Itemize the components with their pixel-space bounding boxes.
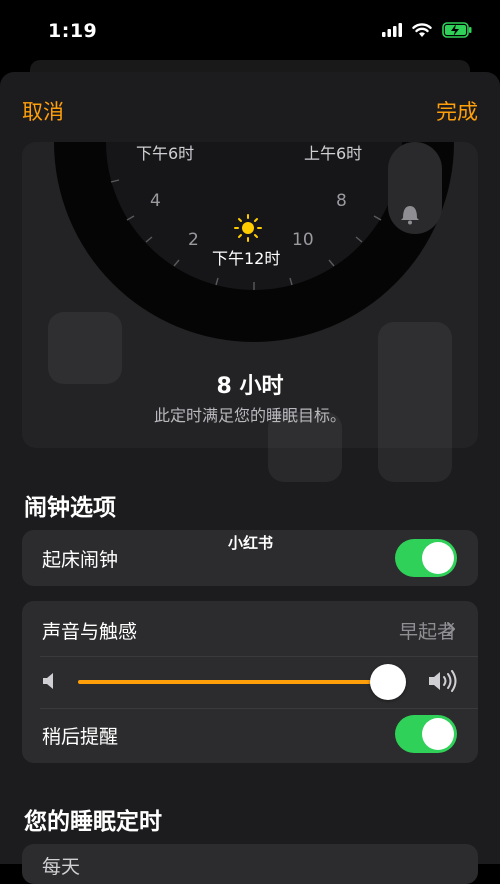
cellular-signal-icon: [382, 23, 402, 37]
toggle-knob: [422, 542, 454, 574]
battery-charging-icon: [442, 22, 472, 38]
cancel-button[interactable]: 取消: [22, 96, 64, 126]
wake-alarm-toggle[interactable]: [395, 539, 457, 577]
sleep-goal-message: 此定时满足您的睡眠目标。: [153, 406, 346, 425]
clock-tick-2: 2: [188, 230, 199, 250]
watermark-text: 小红书: [228, 534, 274, 552]
snooze-toggle[interactable]: [395, 715, 457, 753]
section-title-alarm-options: 闹钟选项: [24, 495, 116, 521]
clock-tick-10: 10: [292, 230, 314, 250]
schedule-group: [22, 844, 478, 884]
clock-label-6pm: 下午6时: [136, 144, 195, 163]
clock-tick-8: 8: [336, 191, 347, 211]
volume-high-icon: [429, 670, 457, 692]
clock-tick-4: 4: [150, 191, 161, 211]
divider: [40, 656, 478, 657]
clock-label-noon: 下午12时: [212, 249, 281, 268]
toggle-knob: [422, 718, 454, 750]
done-button[interactable]: 完成: [436, 96, 478, 126]
sun-icon: [234, 214, 262, 242]
status-time: 1:19: [48, 20, 98, 42]
clock-label-6am: 上午6时: [304, 144, 363, 163]
volume-slider-track[interactable]: [78, 680, 389, 684]
snooze-label: 稍后提醒: [42, 726, 119, 748]
section-title-sleep-schedule: 您的睡眠定时: [24, 809, 162, 835]
chevron-right-icon[interactable]: [446, 621, 456, 637]
sleep-duration: 8 小时: [216, 374, 284, 399]
sound-haptics-label[interactable]: 声音与触感: [42, 617, 137, 644]
schedule-frequency-label[interactable]: 每天: [42, 852, 80, 879]
wifi-icon: [412, 22, 432, 37]
status-icons: [382, 22, 472, 38]
wake-alarm-label: 起床闹钟: [42, 549, 119, 571]
volume-low-icon: [43, 673, 53, 689]
divider: [40, 708, 478, 709]
